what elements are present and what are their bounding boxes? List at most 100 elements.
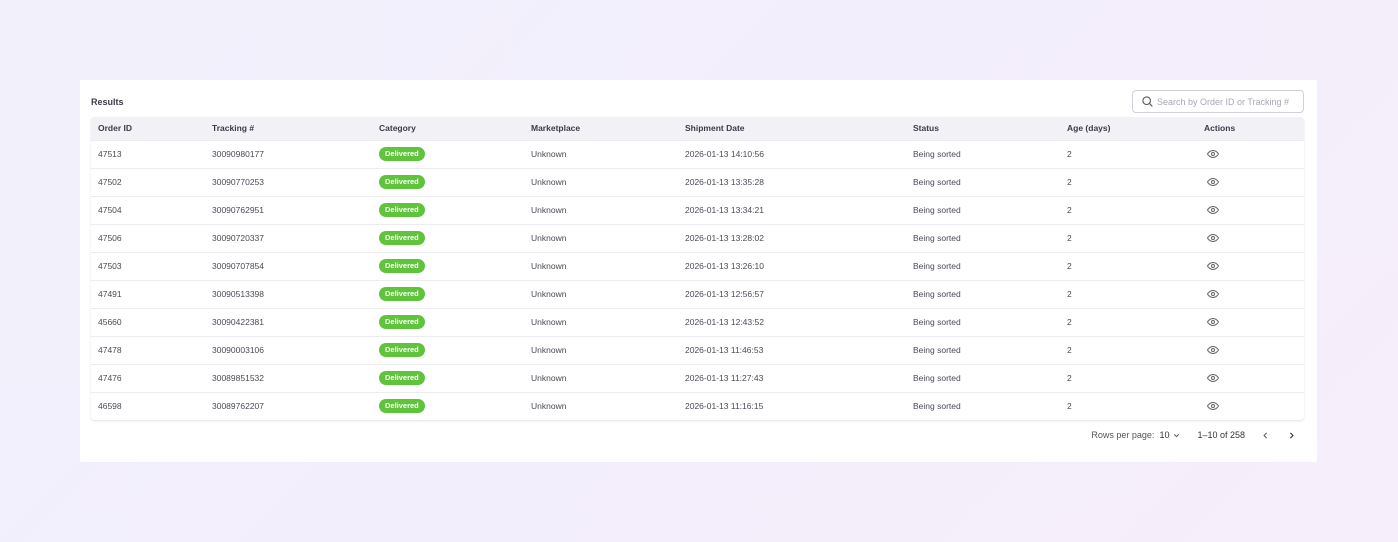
order-id-cell: 47476 xyxy=(98,373,122,383)
column-header-status[interactable]: Status xyxy=(906,117,1060,140)
view-button[interactable] xyxy=(1206,148,1220,160)
view-button[interactable] xyxy=(1206,344,1220,356)
status-cell: Being sorted xyxy=(913,401,961,412)
tracking-cell: 30090762951 xyxy=(212,205,265,215)
marketplace-cell: Unknown xyxy=(531,233,567,243)
actions-cell xyxy=(1197,336,1304,364)
table-row[interactable]: 47478 30090003106 Delivered Unknown 2026-01-… xyxy=(91,336,1304,364)
view-button[interactable] xyxy=(1206,232,1220,244)
shipment-date-cell: 2026-01-13 11:16:15 xyxy=(685,401,764,412)
category-cell: Delivered xyxy=(372,308,524,336)
category-badge: Delivered xyxy=(379,287,425,301)
shipment-date-cell: 2026-01-13 13:35:28 xyxy=(685,177,764,187)
shipment-date-cell: 2026-01-13 11:27:43 xyxy=(685,373,764,383)
table-row[interactable]: 47503 30090707854 Delivered Unknown 2026-01-… xyxy=(91,252,1304,280)
tracking-cell: 30090422381 xyxy=(212,317,265,327)
marketplace-cell: Unknown xyxy=(531,205,567,215)
age-cell: 2 xyxy=(1067,261,1072,271)
view-button[interactable] xyxy=(1206,260,1220,272)
category-cell: Delivered xyxy=(372,336,524,364)
actions-cell xyxy=(1197,252,1304,280)
actions-cell xyxy=(1197,392,1304,420)
tracking-cell: 30089851532 xyxy=(212,373,265,383)
order-id-cell: 47491 xyxy=(98,289,122,299)
status-cell: Being sorted xyxy=(913,289,961,299)
status-cell: Being sorted xyxy=(913,177,961,187)
tracking-cell: 30090707854 xyxy=(212,261,265,271)
results-card: Results Order ID Tracking # Category Mar… xyxy=(80,80,1317,462)
rows-per-page-select[interactable]: 10 xyxy=(1159,430,1181,440)
view-button[interactable] xyxy=(1206,288,1220,300)
category-cell: Delivered xyxy=(372,168,524,196)
column-header-shipment-date[interactable]: Shipment Date xyxy=(678,117,906,140)
view-button[interactable] xyxy=(1206,176,1220,188)
previous-page-button[interactable] xyxy=(1259,429,1271,441)
table-row[interactable]: 46598 30089762207 Delivered Unknown 2026-01-… xyxy=(91,392,1304,420)
table-row[interactable]: 47491 30090513398 Delivered Unknown 2026-01-… xyxy=(91,280,1304,308)
shipment-date-cell: 2026-01-13 12:43:52 xyxy=(685,317,764,327)
order-id-cell: 47504 xyxy=(98,205,122,215)
order-id-cell: 47502 xyxy=(98,177,122,187)
table-row[interactable]: 47513 30090980177 Delivered Unknown 2026-01-… xyxy=(91,140,1304,168)
status-cell: Being sorted xyxy=(913,345,961,355)
table-row[interactable]: 47476 30089851532 Delivered Unknown 2026-01-… xyxy=(91,364,1304,392)
age-cell: 2 xyxy=(1067,317,1072,327)
view-button[interactable] xyxy=(1206,316,1220,328)
marketplace-cell: Unknown xyxy=(531,345,567,355)
category-cell: Delivered xyxy=(372,140,524,168)
shipment-date-cell: 2026-01-13 11:46:53 xyxy=(685,345,764,355)
view-button[interactable] xyxy=(1206,204,1220,216)
status-cell: Being sorted xyxy=(913,317,961,327)
order-id-cell: 45660 xyxy=(98,317,122,327)
actions-cell xyxy=(1197,196,1304,224)
status-cell: Being sorted xyxy=(913,149,961,159)
table-row[interactable]: 45660 30090422381 Delivered Unknown 2026-01-… xyxy=(91,308,1304,336)
eye-icon xyxy=(1206,261,1220,271)
age-cell: 2 xyxy=(1067,289,1072,299)
view-button[interactable] xyxy=(1206,372,1220,384)
category-badge: Delivered xyxy=(379,175,425,189)
column-header-age[interactable]: Age (days) xyxy=(1060,117,1197,140)
column-header-marketplace[interactable]: Marketplace xyxy=(524,117,678,140)
status-cell: Being sorted xyxy=(913,373,961,383)
age-cell: 2 xyxy=(1067,205,1072,215)
table-row[interactable]: 47504 30090762951 Delivered Unknown 2026-01-… xyxy=(91,196,1304,224)
shipment-date-cell: 2026-01-13 14:10:56 xyxy=(685,149,764,159)
column-header-order-id[interactable]: Order ID xyxy=(91,117,205,140)
rows-per-page-label: Rows per page: xyxy=(1091,430,1155,440)
order-id-cell: 47506 xyxy=(98,233,122,243)
status-cell: Being sorted xyxy=(913,205,961,215)
chevron-left-icon xyxy=(1262,432,1267,438)
table-row[interactable]: 47502 30090770253 Delivered Unknown 2026-01-… xyxy=(91,168,1304,196)
category-badge: Delivered xyxy=(379,399,425,414)
actions-cell xyxy=(1197,224,1304,252)
chevron-down-icon xyxy=(1174,433,1180,437)
shipment-date-cell: 2026-01-13 13:26:10 xyxy=(685,261,764,271)
age-cell: 2 xyxy=(1067,149,1072,159)
category-badge: Delivered xyxy=(379,371,425,385)
view-button[interactable] xyxy=(1206,400,1220,412)
search-box[interactable] xyxy=(1132,90,1304,113)
category-cell: Delivered xyxy=(372,392,524,420)
search-input[interactable] xyxy=(1157,96,1302,107)
eye-icon xyxy=(1206,317,1220,327)
category-badge: Delivered xyxy=(379,147,425,161)
order-id-cell: 46598 xyxy=(98,401,122,412)
actions-cell xyxy=(1197,308,1304,336)
next-page-button[interactable] xyxy=(1285,429,1297,441)
tracking-cell: 30089762207 xyxy=(212,401,265,412)
table-row[interactable]: 47506 30090720337 Delivered Unknown 2026-01-… xyxy=(91,224,1304,252)
marketplace-cell: Unknown xyxy=(531,373,567,383)
marketplace-cell: Unknown xyxy=(531,261,567,271)
eye-icon xyxy=(1206,345,1220,355)
pagination-range: 1–10 of 258 xyxy=(1197,430,1245,440)
column-header-actions: Actions xyxy=(1204,123,1236,134)
marketplace-cell: Unknown xyxy=(531,317,567,327)
marketplace-cell: Unknown xyxy=(531,149,567,159)
eye-icon xyxy=(1206,177,1220,187)
column-header-category[interactable]: Category xyxy=(372,117,524,140)
column-header-tracking[interactable]: Tracking # xyxy=(205,117,372,140)
status-cell: Being sorted xyxy=(913,261,961,271)
age-cell: 2 xyxy=(1067,177,1072,187)
results-title: Results xyxy=(91,97,124,107)
